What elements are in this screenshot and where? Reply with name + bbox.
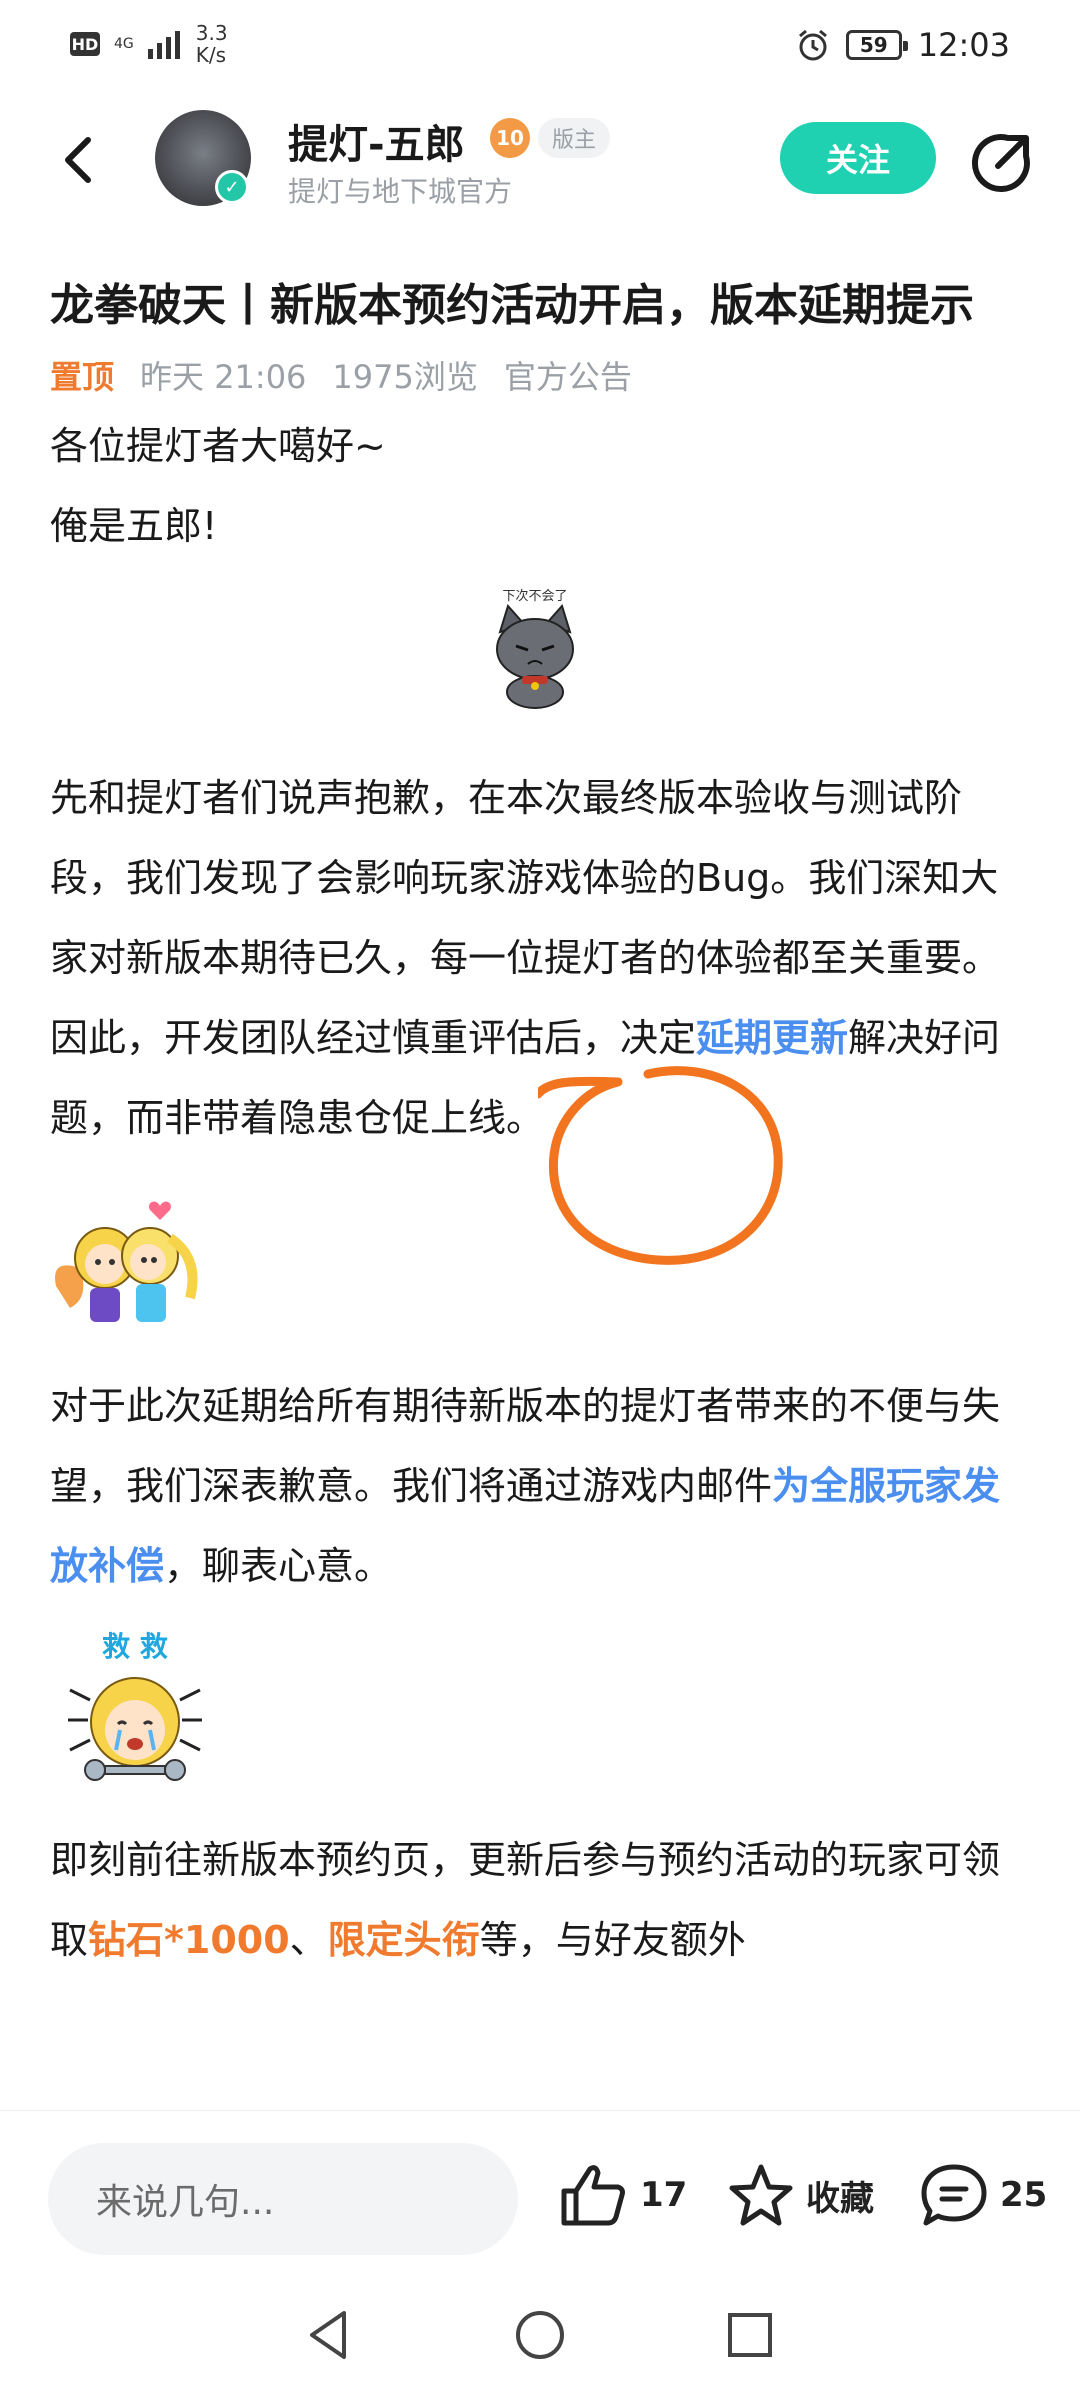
status-right: 59 12:03 <box>796 26 1010 64</box>
compensation-text-b: ，聊表心意。 <box>164 1544 393 1588</box>
system-nav-bar <box>0 2270 1080 2400</box>
post-header: ✓ 提灯-五郎 10 版主 提灯与地下城官方 关注 <box>0 100 1080 230</box>
level-value: 10 <box>496 126 524 150</box>
like-button[interactable]: 17 <box>560 2163 687 2227</box>
favorite-button[interactable]: 收藏 <box>728 2163 874 2227</box>
post-meta: 置顶 昨天 21:06 1975浏览 官方公告 <box>50 352 1030 398</box>
view-count: 1975浏览 <box>332 358 478 396</box>
clock: 12:03 <box>917 26 1010 64</box>
nav-recents-icon[interactable] <box>720 2305 780 2365</box>
comment-count: 25 <box>1000 2175 1048 2215</box>
hugging-girls-sticker <box>55 1201 198 1322</box>
paragraph-intro: 俺是五郎! <box>50 504 218 548</box>
hd-badge: HD <box>70 32 100 56</box>
status-bar: HD 4G 3.3 K/s 59 12:03 <box>0 0 1080 96</box>
post-time: 昨天 21:06 <box>140 358 307 396</box>
nav-home-icon[interactable] <box>510 2305 570 2365</box>
star-icon <box>729 2164 793 2226</box>
diamond-reward: 钻石*1000 <box>88 1918 290 1962</box>
speed-value: 3.3 <box>195 21 228 45</box>
favorite-label: 收藏 <box>806 2178 874 2219</box>
sticker-cat-text: 下次不会了 <box>502 588 567 604</box>
share-icon[interactable] <box>968 130 1034 196</box>
signal-icon <box>147 31 180 59</box>
post-title: 龙拳破天丨新版本预约活动开启，版本延期提示 <box>50 280 974 331</box>
paragraph-compensation: 对于此次延期给所有期待新版本的提灯者带来的不便与失望，我们深表歉意。我们将通过游… <box>50 1366 1030 1606</box>
article: 龙拳破天丨新版本预约活动开启，版本延期提示 置顶 昨天 21:06 1975浏览… <box>50 270 1030 1980</box>
level-badge: 10 <box>490 118 530 158</box>
like-count: 17 <box>640 2175 688 2215</box>
back-arrow-icon[interactable] <box>50 130 110 190</box>
sticker-girls <box>50 1198 1030 1348</box>
speed-unit: K/s <box>195 43 227 67</box>
pinned-label: 置顶 <box>50 358 115 396</box>
paragraph-greeting: 各位提灯者大噶好~ <box>50 424 386 468</box>
follow-button[interactable]: 关注 <box>780 122 936 194</box>
sticker-cat: 下次不会了 <box>50 584 1030 744</box>
post-category[interactable]: 官方公告 <box>504 352 632 398</box>
paragraph-reservation: 即刻前往新版本预约页，更新后参与预约活动的玩家可领取钻石*1000、限定头衔等，… <box>50 1820 1030 1980</box>
role-badge: 版主 <box>538 118 611 158</box>
crying-girl-sticker: 救 救 <box>68 1630 202 1781</box>
sticker-help-text: 救 救 <box>102 1630 168 1663</box>
delay-update-link[interactable]: 延期更新 <box>696 1016 848 1060</box>
nav-back-icon[interactable] <box>300 2305 360 2365</box>
author-name[interactable]: 提灯-五郎 <box>288 112 465 170</box>
comment-button[interactable]: 25 <box>920 2163 1047 2227</box>
reward-separator: 、 <box>289 1918 328 1962</box>
comment-input[interactable]: 来说几句... <box>48 2143 518 2255</box>
reservation-text-b: 等，与好友额外 <box>479 1918 746 1962</box>
network-speed: 3.3 K/s <box>196 22 228 66</box>
thumbs-up-icon <box>561 2165 625 2226</box>
battery-indicator: 59 <box>845 30 908 60</box>
alarm-icon <box>798 29 827 61</box>
sticker-help: 救 救 <box>50 1630 1030 1810</box>
comment-bubble-icon <box>921 2164 987 2226</box>
paragraph-apology: 先和提灯者们说声抱歉，在本次最终版本验收与测试阶段，我们发现了会影响玩家游戏体验… <box>50 758 1030 1158</box>
network-type: 4G <box>114 36 134 52</box>
author-subtitle: 提灯与地下城官方 <box>288 175 513 208</box>
status-left: HD 4G 3.3 K/s <box>70 22 228 66</box>
bottom-action-bar: 来说几句... 17 收藏 25 <box>0 2110 1080 2255</box>
gray-cat-sticker: 下次不会了 <box>496 588 574 709</box>
title-reward: 限定头衔 <box>327 1918 480 1962</box>
verified-check-icon: ✓ <box>215 170 249 204</box>
